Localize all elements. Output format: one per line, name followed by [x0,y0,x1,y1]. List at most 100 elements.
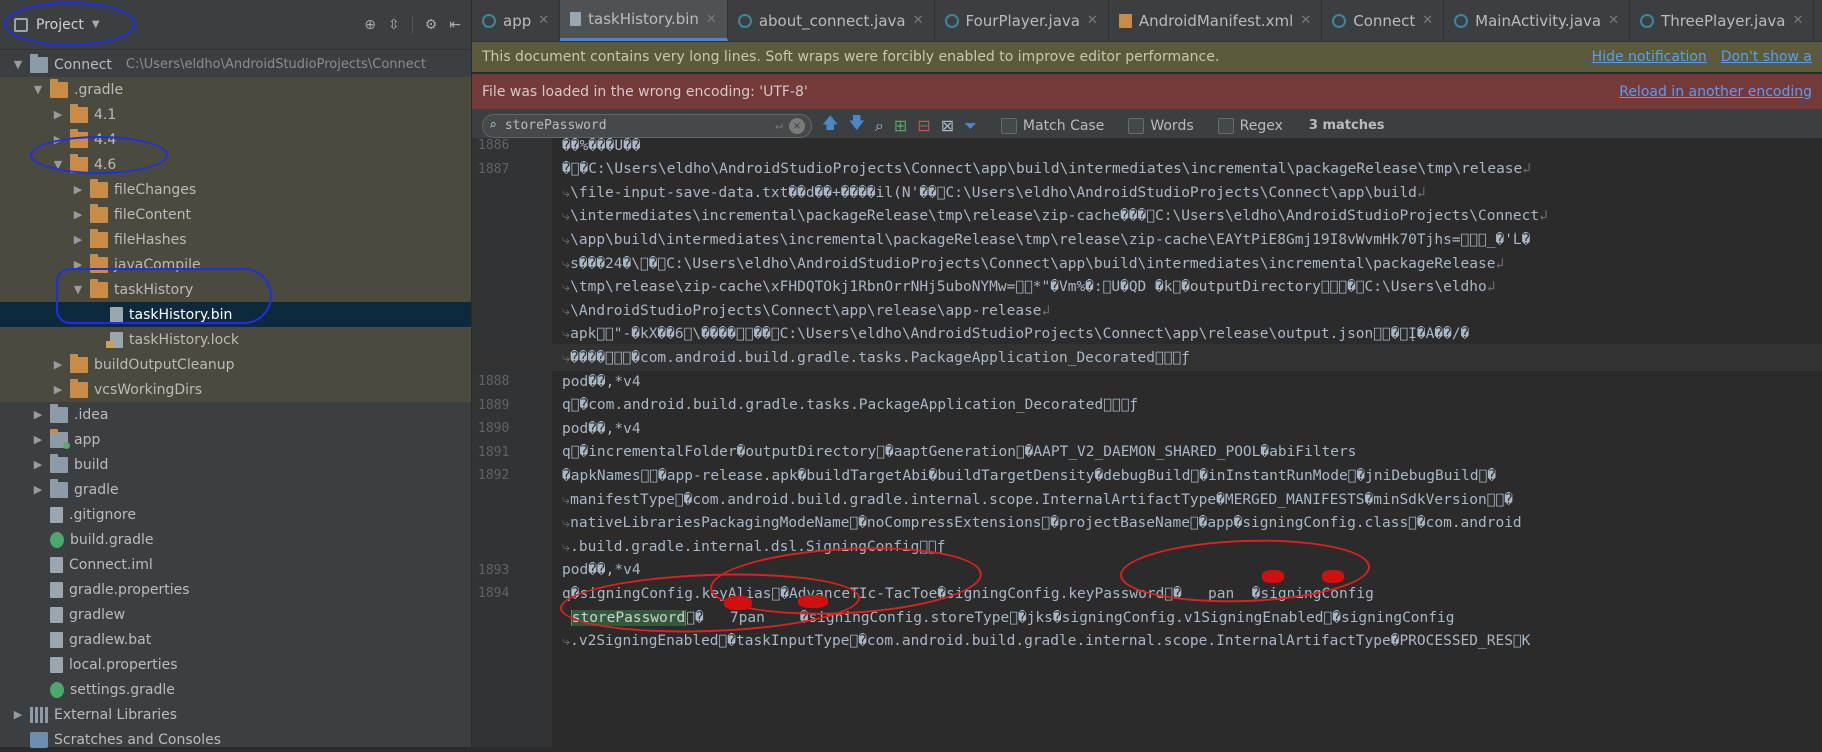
editor-tab[interactable]: about_connect.java ✕ [728,0,935,41]
select-all-occurrences-icon[interactable]: ⊠ [941,116,954,135]
project-view-selector[interactable]: Project ▼ [14,17,100,33]
search-input[interactable] [502,117,770,134]
regex-checkbox[interactable]: Regex [1217,117,1283,134]
tree-item[interactable]: ▼ Connect C:\Users\eldho\AndroidStudioProj… [0,52,471,77]
tree-item[interactable]: taskHistory.lock [0,327,471,352]
project-view-icon [14,17,28,32]
close-icon[interactable]: ✕ [1793,13,1804,28]
add-occurrence-icon[interactable]: ⊞ [894,116,907,135]
filter-icon[interactable]: ⏷ [964,116,977,136]
tree-item[interactable]: ▶ 4.1 [0,102,471,127]
dont-show-again-link[interactable]: Don't show a [1721,49,1812,65]
expand-right-icon[interactable]: ▶ [50,108,66,121]
expand-right-icon[interactable]: ▶ [50,383,66,396]
code-text: q �com.android.build.gradle.tasks.Packag… [552,397,1822,413]
tree-item[interactable]: gradlew [0,602,471,627]
search-input-container[interactable]: ⌕ ↵ ✕ [482,113,812,138]
search-icon[interactable]: ⌕ [489,118,497,133]
expand-right-icon[interactable]: ▶ [50,358,66,371]
tree-item[interactable]: gradlew.bat [0,627,471,652]
code-text: ⤷\app\build\intermediates\incremental\pa… [552,232,1822,248]
code-text: ⤷\intermediates\incremental\packageRelea… [552,208,1822,224]
gear-icon[interactable]: ⚙ [425,17,438,33]
find-all-icon[interactable]: ⌕ [875,116,884,136]
hide-notification-link[interactable]: Hide notification [1592,49,1707,65]
close-icon[interactable]: ✕ [1300,13,1311,28]
gradle-icon [50,681,64,698]
editor-tab[interactable]: MainActivity.java ✕ [1444,0,1631,41]
reload-encoding-link[interactable]: Reload in another encoding [1619,84,1812,100]
next-occurrence-icon[interactable]: 🡇 [848,112,864,139]
clear-search-icon[interactable]: ✕ [789,117,805,134]
expand-right-icon[interactable]: ▶ [70,233,86,246]
tree-item[interactable]: ▼ 4.6 [0,152,471,177]
tree-item[interactable]: ▶ .idea [0,402,471,427]
tree-item[interactable]: taskHistory.bin [0,302,471,327]
close-icon[interactable]: ✕ [706,12,717,27]
folder-icon [90,278,108,298]
expand-right-icon[interactable]: ▶ [30,458,46,471]
tree-item[interactable]: ▶ build [0,452,471,477]
close-icon[interactable]: ✕ [1422,13,1433,28]
close-icon[interactable]: ✕ [1087,13,1098,28]
editor-tab[interactable]: FourPlayer.java ✕ [935,0,1109,41]
expand-down-icon[interactable]: ▼ [50,158,66,171]
tree-item[interactable]: ▼ .gradle [0,77,471,102]
close-icon[interactable]: ✕ [913,13,924,28]
remove-occurrence-icon[interactable]: ⊟ [917,116,930,135]
soft-wrap-icon: ⤷ [562,184,571,201]
match-case-box[interactable] [1000,117,1017,134]
tree-item[interactable]: ▶ javaCompile [0,252,471,277]
match-case-checkbox[interactable]: Match Case [1000,117,1104,134]
tree-item[interactable]: ▼ taskHistory [0,277,471,302]
expand-right-icon[interactable]: ▶ [70,183,86,196]
tree-item[interactable]: ▶ buildOutputCleanup [0,352,471,377]
editor-tab[interactable]: taskHistory.bin ✕ [560,0,728,41]
tree-item[interactable]: ▶ gradle [0,477,471,502]
expand-right-icon[interactable]: ▶ [70,258,86,271]
tree-item-label: gradle [74,481,119,498]
tree-item[interactable]: ▶ vcsWorkingDirs [0,377,471,402]
tree-item[interactable]: ▶ fileContent [0,202,471,227]
words-checkbox[interactable]: Words [1128,117,1194,134]
notification-links: Hide notification Don't show a [1592,49,1812,65]
words-box[interactable] [1128,117,1145,134]
tree-item[interactable]: local.properties [0,652,471,677]
code-text: q �incrementalFolder�outputDirectory �aa… [552,444,1822,460]
tree-item[interactable]: settings.gradle [0,677,471,702]
tree-item[interactable]: Connect.iml [0,552,471,577]
editor-tab[interactable]: AndroidManifest.xml ✕ [1109,0,1323,41]
expand-down-icon[interactable]: ▼ [30,83,46,96]
editor-tab[interactable]: Connect ✕ [1322,0,1445,41]
tree-item[interactable]: ▶ fileHashes [0,227,471,252]
tree-item[interactable]: ▶ 4.4 [0,127,471,152]
expand-right-icon[interactable]: ▶ [30,433,46,446]
tree-item[interactable]: Scratches and Consoles [0,727,471,752]
previous-occurrence-icon[interactable]: 🡅 [822,112,838,139]
tree-item[interactable]: gradle.properties [0,577,471,602]
tree-item[interactable]: ▶ External Libraries [0,702,471,727]
expand-right-icon[interactable]: ▶ [30,408,46,421]
expand-right-icon[interactable]: ▶ [70,208,86,221]
code-editor[interactable]: 1886 ��%���U�� 1887 � �C:\Users\eldho\Andro… [472,138,1822,747]
tree-item[interactable]: .gitignore [0,502,471,527]
expand-right-icon[interactable]: ▶ [30,483,46,496]
tree-item[interactable]: build.gradle [0,527,471,552]
hide-panel-icon[interactable]: ⇤ [449,17,461,33]
editor-tab[interactable]: app ✕ [472,0,561,41]
close-icon[interactable]: ✕ [538,13,549,28]
collapse-all-icon[interactable]: ⇳ [388,17,400,33]
tree-item[interactable]: ▶ fileChanges [0,177,471,202]
locate-icon[interactable]: ⊕ [364,17,376,33]
tree-item[interactable]: ▶ app [0,427,471,452]
gradle-icon [50,531,64,548]
regex-box[interactable] [1217,117,1234,134]
code-text: � �C:\Users\eldho\AndroidStudioProjects\… [552,161,1822,177]
expand-down-icon[interactable]: ▼ [70,283,86,296]
editor-tab[interactable]: ThreePlayer.java ✕ [1630,0,1815,41]
expand-right-icon[interactable]: ▶ [50,133,66,146]
expand-right-icon[interactable]: ▶ [10,708,26,721]
close-icon[interactable]: ✕ [1608,13,1619,28]
tree-item-label: Connect [54,56,112,73]
expand-down-icon[interactable]: ▼ [10,58,26,71]
